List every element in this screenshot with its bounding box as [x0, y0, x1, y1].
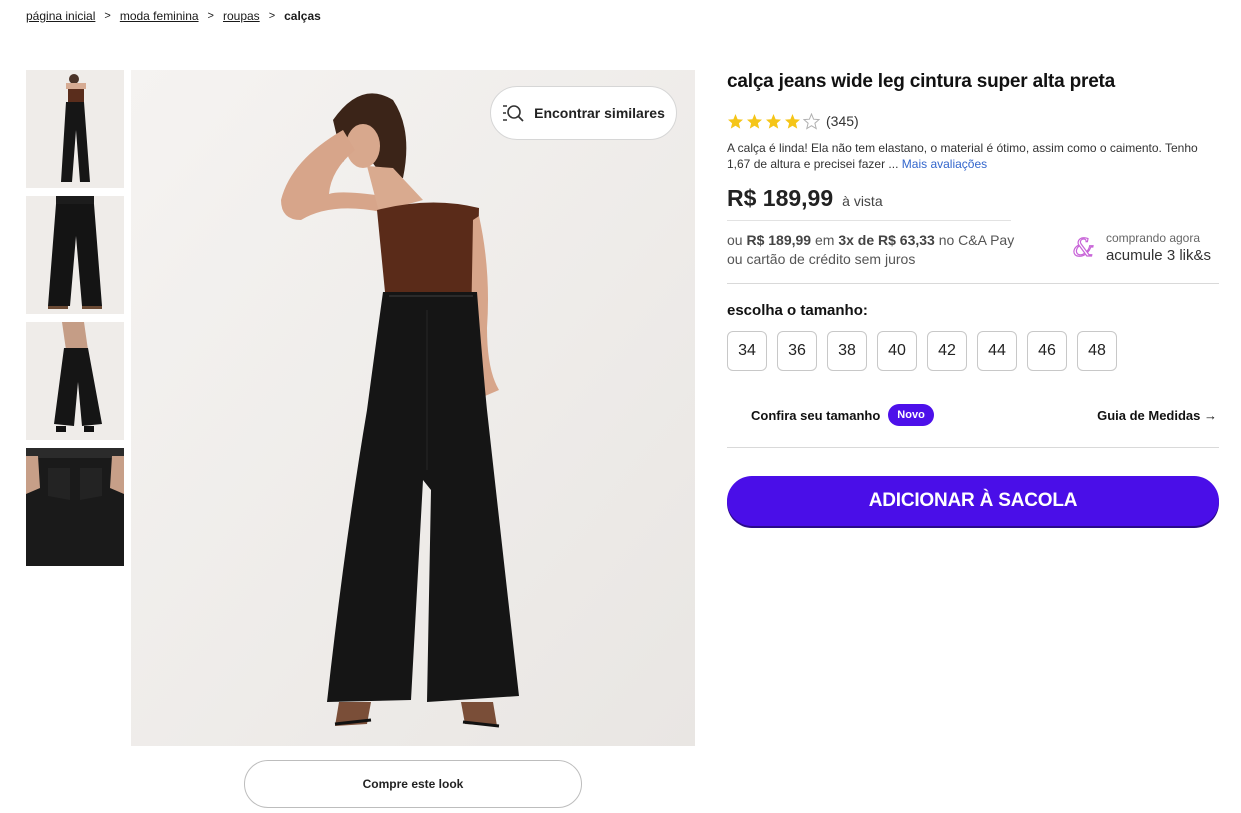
likes-reward: & comprando agora acumule 3 lik&s: [1072, 231, 1211, 264]
size-option[interactable]: 36: [777, 331, 817, 371]
breadcrumb-link-home[interactable]: página inicial: [26, 9, 95, 23]
breadcrumb-link-women[interactable]: moda feminina: [120, 9, 199, 23]
price-divider: [727, 220, 1011, 221]
check-size-label: Confira seu tamanho: [751, 407, 881, 423]
star-filled-icon: [728, 113, 743, 129]
size-option[interactable]: 44: [977, 331, 1017, 371]
size-option[interactable]: 48: [1077, 331, 1117, 371]
thumbnail-side[interactable]: [26, 322, 124, 440]
size-label: escolha o tamanho:: [727, 302, 868, 319]
product-info: calça jeans wide leg cintura super alta …: [727, 70, 1219, 526]
size-option[interactable]: 42: [927, 331, 967, 371]
search-list-icon: [503, 105, 524, 122]
shop-the-look-button[interactable]: Compre este look: [244, 760, 582, 808]
thumbnail-detail-front[interactable]: [26, 196, 124, 314]
thumbnail-list: [26, 70, 124, 574]
size-guide-link[interactable]: Guia de Medidas →: [1097, 408, 1217, 423]
star-filled-icon: [785, 113, 800, 129]
price-condition: à vista: [842, 193, 883, 209]
size-selector: 34 36 38 40 42 44 46 48: [727, 331, 1219, 371]
breadcrumb-separator: >: [207, 10, 214, 22]
add-to-bag-button[interactable]: ADICIONAR À SACOLA: [727, 476, 1219, 526]
breadcrumb-link-clothes[interactable]: roupas: [223, 9, 260, 23]
star-empty-icon: [803, 112, 820, 130]
new-badge: Novo: [888, 404, 934, 426]
breadcrumb-separator: >: [104, 10, 111, 22]
likes-line2: acumule 3 lik&s: [1105, 247, 1211, 264]
fit-row: Confira seu tamanho Novo Guia de Medidas…: [727, 403, 1219, 427]
installments-total: R$ 189,99: [746, 232, 812, 248]
product-title: calça jeans wide leg cintura super alta …: [727, 71, 1116, 92]
installments-info: ou R$ 189,99 em 3x de R$ 63,33 no C&A Pa…: [727, 231, 1014, 269]
star-filled-icon: [747, 113, 762, 129]
installments-plan: 3x de R$ 63,33: [838, 232, 935, 248]
main-product-image[interactable]: Encontrar similares: [131, 70, 695, 746]
breadcrumb-current: calças: [284, 9, 321, 23]
svg-text:&: &: [1073, 235, 1094, 261]
thumbnail-front[interactable]: [26, 70, 124, 188]
installments-line2: ou cartão de crédito sem juros: [727, 251, 916, 267]
check-size-button[interactable]: Confira seu tamanho Novo: [751, 404, 934, 426]
find-similar-button[interactable]: Encontrar similares: [490, 86, 677, 140]
price: R$ 189,99: [727, 185, 834, 211]
size-option[interactable]: 34: [727, 331, 767, 371]
size-option[interactable]: 38: [827, 331, 867, 371]
thumbnail-back-pockets[interactable]: [26, 448, 124, 566]
breadcrumb-separator: >: [268, 10, 276, 22]
size-option[interactable]: 40: [877, 331, 917, 371]
ampersand-icon: &: [1072, 235, 1095, 261]
likes-line1: comprando agora: [1105, 231, 1201, 245]
section-divider: [727, 447, 1219, 448]
breadcrumb: página inicial > moda feminina > roupas …: [26, 9, 321, 23]
review-excerpt: A calça é linda! Ela não tem elastano, o…: [727, 140, 1219, 172]
installments-row: ou R$ 189,99 em 3x de R$ 63,33 no C&A Pa…: [727, 231, 1219, 269]
installments-prefix: ou: [727, 232, 743, 248]
section-divider: [727, 283, 1219, 284]
find-similar-label: Encontrar similares: [534, 105, 665, 121]
star-filled-icon: [766, 113, 781, 129]
installments-mid: em: [814, 232, 835, 248]
review-count: (345): [826, 113, 859, 129]
rating-summary[interactable]: (345): [727, 112, 1219, 130]
price-block: R$ 189,99 à vista: [727, 185, 1219, 212]
more-reviews-link[interactable]: Mais avaliações: [902, 157, 987, 171]
size-option[interactable]: 46: [1027, 331, 1067, 371]
star-rating: [727, 112, 820, 130]
installments-suffix: no C&A Pay: [938, 232, 1015, 248]
